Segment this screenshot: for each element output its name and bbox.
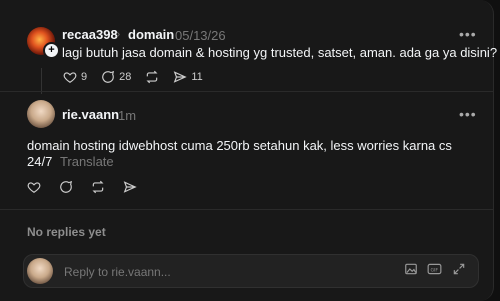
like-button[interactable]: 9 [63,70,87,84]
share-count: 11 [191,71,203,83]
post-username[interactable]: recaa398 [62,27,118,42]
divider [0,91,494,92]
post-date: 05/13/26 [175,28,226,43]
heart-icon [63,72,77,83]
like-count: 9 [81,71,88,83]
chevron-right-icon: › [116,26,121,41]
comment-icon [102,70,115,83]
avatar[interactable] [27,100,55,128]
reply-actions [27,180,151,194]
reply-username[interactable]: rie.vaann [62,107,119,122]
reply-time: 1m [118,108,137,123]
comment-button[interactable]: 28 [101,70,131,84]
svg-text:GIF: GIF [430,267,438,273]
post-actions: 9 28 11 [63,70,217,84]
repost-button[interactable] [91,180,105,194]
heart-icon [27,182,41,193]
reply-input[interactable]: Reply to rie.vaann... [64,265,171,279]
translate-link[interactable]: Translate [60,154,114,169]
gif-icon[interactable]: GIF [427,262,442,281]
divider [0,209,494,210]
more-options-icon[interactable]: ••• [459,106,477,122]
image-icon[interactable] [404,262,418,281]
more-options-icon[interactable]: ••• [459,26,477,42]
comment-button[interactable] [59,180,73,194]
send-icon [174,71,188,83]
follow-plus-icon[interactable]: + [43,42,60,59]
repost-button[interactable] [145,70,159,84]
comment-count: 28 [119,71,132,83]
like-button[interactable] [27,180,41,194]
send-icon [123,181,137,193]
repost-icon [146,70,158,84]
comment-icon [60,180,73,193]
avatar [27,258,53,284]
no-replies-text: No replies yet [27,225,106,239]
expand-icon[interactable] [452,262,466,281]
post-topic[interactable]: domain [128,27,174,42]
reply-text-line2: 24/7 [27,154,53,169]
share-button[interactable]: 11 [173,70,203,84]
repost-icon [92,180,104,194]
post-text: lagi butuh jasa domain & hosting yg trus… [62,45,498,60]
share-button[interactable] [123,180,137,194]
